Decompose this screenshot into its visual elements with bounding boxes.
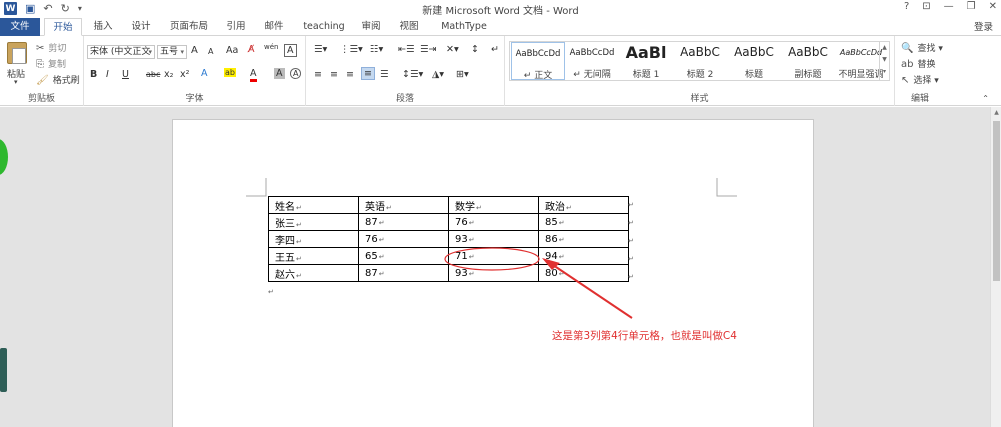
annotation-arrow	[552, 264, 633, 319]
scroll-up-icon[interactable]: ▲	[991, 109, 1001, 116]
side-panel-widget[interactable]	[0, 348, 7, 392]
vertical-scrollbar[interactable]: ▲	[990, 107, 1001, 427]
word-window: W ▣ ↶ ↻ ▾ 新建 Microsoft Word 文档 - Word ? …	[0, 0, 1001, 427]
highlight-ellipse	[444, 247, 540, 271]
annotation-text: 这是第3列第4行单元格，也就是叫做C4	[552, 330, 737, 342]
scrollbar-thumb[interactable]	[993, 121, 1000, 281]
annotation-overlay	[444, 247, 633, 319]
